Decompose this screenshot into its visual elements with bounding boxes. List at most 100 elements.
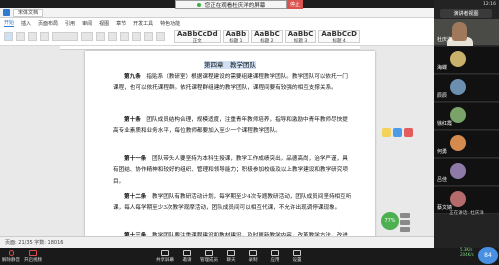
style-option[interactable]: AaBbC 标题 3 bbox=[284, 29, 317, 44]
toolbar-label: 管理成员 bbox=[200, 258, 218, 263]
toolbar-label: 聊天 bbox=[226, 258, 236, 263]
share-button[interactable]: 共享屏幕 bbox=[154, 250, 176, 263]
menu-item[interactable]: 视图 bbox=[99, 20, 109, 27]
speaker-view-button[interactable]: 演讲者视图 bbox=[440, 9, 492, 18]
article-text: 团队成员结构合理，规模适度，注重青年教师培养，指导和激励中青年教师尽快提高专业素… bbox=[113, 117, 348, 135]
menu-item[interactable]: 开始 bbox=[4, 19, 15, 27]
italic-icon[interactable] bbox=[108, 32, 117, 41]
participant-tile[interactable]: 徐红霞 bbox=[434, 103, 499, 130]
style-sample: AaBbC bbox=[254, 29, 280, 38]
menu-item[interactable]: 页面布局 bbox=[38, 20, 58, 27]
sharing-dot-icon bbox=[196, 2, 201, 7]
float-toolbar bbox=[382, 128, 413, 137]
members-button[interactable]: 管理成员 bbox=[198, 250, 220, 263]
toolbar-label: 录制 bbox=[248, 258, 258, 263]
avatar bbox=[450, 79, 466, 95]
menu-item[interactable]: 引用 bbox=[65, 20, 75, 27]
status-bar: 页面: 21/35 字数: 18016 bbox=[0, 236, 434, 248]
article-paragraph: 第十二条 教学团队有教研活动计划，每学期至少4次专题教研活动，团队成员间坚持相互… bbox=[113, 192, 353, 215]
font-size-box[interactable] bbox=[81, 32, 93, 41]
layout-icon[interactable] bbox=[400, 220, 410, 225]
style-name: 标题 1 bbox=[229, 38, 243, 44]
document-tab[interactable]: 宋体文档 bbox=[13, 8, 44, 17]
article-number: 第九条 bbox=[124, 74, 141, 80]
style-name: 标题 3 bbox=[293, 38, 308, 44]
clock: 12:16 bbox=[483, 1, 496, 7]
toolbar-label: 开启视频 bbox=[24, 258, 42, 263]
record-icon bbox=[249, 250, 257, 256]
cam-button[interactable]: 开启视频 bbox=[22, 250, 44, 263]
share-icon bbox=[161, 250, 169, 256]
participant-name: 何勇 bbox=[437, 149, 448, 155]
style-sample: AaBbCcDd bbox=[177, 29, 218, 38]
apps-button[interactable]: 应用 bbox=[264, 250, 286, 263]
style-name: 标题 4 bbox=[332, 38, 346, 44]
participant-tile[interactable]: 何勇 bbox=[434, 131, 499, 158]
style-sample: AaBbC bbox=[287, 29, 314, 38]
menu-item[interactable]: 插入 bbox=[21, 20, 31, 27]
stop-viewing-button[interactable]: 停止 bbox=[287, 0, 303, 9]
chat-button[interactable]: 聊天 bbox=[220, 250, 242, 263]
avatar bbox=[450, 135, 466, 151]
style-option[interactable]: AaBb 标题 1 bbox=[222, 30, 250, 44]
chapter-title: 第四章 教学团队 bbox=[204, 61, 256, 69]
article-text: 团队带头人要坚持为本科生授课，教学工作成绩突出，品德高尚，治学严谨，具有团结、协… bbox=[113, 156, 348, 185]
mic-button[interactable]: 解除静音 bbox=[0, 250, 22, 263]
paste-icon[interactable] bbox=[4, 32, 13, 41]
style-option[interactable]: AaBbCcDd 正文 bbox=[174, 29, 221, 44]
participant-name: 辰辰 bbox=[437, 93, 448, 99]
align-center-icon[interactable] bbox=[144, 32, 153, 41]
style-name: 正文 bbox=[192, 38, 202, 44]
word-window: 宋体文档 开始 插入 页面布局 引用 审阅 视图 章节 开发工具 特色功能 AaBbCcDd 正文… bbox=[0, 8, 434, 248]
article-text: 教学团队有教研活动计划，每学期至少4次专题教研活动，团队成员间坚持相互听课，每人… bbox=[113, 194, 352, 212]
participant-name: 杜庆洋 bbox=[437, 37, 453, 43]
ruler bbox=[60, 46, 360, 50]
align-left-icon[interactable] bbox=[132, 32, 141, 41]
apps-icon bbox=[271, 250, 279, 256]
layout-icon[interactable] bbox=[400, 227, 410, 232]
document-page[interactable]: 第四章 教学团队 第九条 指贴系（教研室）根据课程建设的需要组建课程教学团队。教… bbox=[85, 51, 375, 248]
copy-icon[interactable] bbox=[28, 32, 37, 41]
article-paragraph: 第十一条 团队带头人要坚持为本科生授课，教学工作成绩突出，品德高尚，治学严谨，具… bbox=[113, 154, 353, 188]
network-speed: 5.3K/s 204K/s bbox=[460, 247, 474, 257]
style-option[interactable]: AaBbC 标题 2 bbox=[251, 29, 283, 44]
screen: 宋体文档 开始 插入 页面布局 引用 审阅 视图 章节 开发工具 特色功能 AaBbCcDd 正文… bbox=[0, 0, 499, 265]
style-option[interactable]: AaBbCcD 标题 4 bbox=[318, 29, 360, 44]
bold-icon[interactable] bbox=[96, 32, 105, 41]
underline-icon[interactable] bbox=[120, 32, 129, 41]
style-sample: AaBbCcD bbox=[321, 29, 357, 38]
wps-logo-icon bbox=[3, 9, 10, 16]
menu-item[interactable]: 开发工具 bbox=[133, 20, 153, 27]
pen-tool-icon[interactable] bbox=[393, 128, 402, 137]
record-button[interactable]: 录制 bbox=[242, 250, 264, 263]
highlight-tool-icon[interactable] bbox=[382, 128, 391, 137]
participant-tile[interactable]: 吕佳 bbox=[434, 159, 499, 186]
share-banner: 您正在观看杜庆洋的屏幕 bbox=[175, 0, 287, 9]
article-text: 指贴系（教研室）根据课程建设的需要组建课程教学团队。教学团队可以依托一门课程，也… bbox=[113, 74, 348, 92]
layout-icon[interactable] bbox=[400, 213, 410, 218]
menu-item[interactable]: 审阅 bbox=[82, 20, 92, 27]
font-box[interactable] bbox=[52, 32, 78, 41]
avatar bbox=[450, 163, 466, 179]
format-painter-icon[interactable] bbox=[40, 32, 49, 41]
settings-button[interactable]: 设置 bbox=[286, 250, 308, 263]
menu-item[interactable]: 章节 bbox=[116, 20, 126, 27]
cut-icon[interactable] bbox=[16, 32, 25, 41]
article-paragraph: 第九条 指贴系（教研室）根据课程建设的需要组建课程教学团队。教学团队可以依托一门… bbox=[113, 72, 353, 95]
toolbar-label: 共享屏幕 bbox=[156, 258, 174, 263]
participant-tile[interactable]: 辰辰 bbox=[434, 75, 499, 102]
menu-item[interactable]: 特色功能 bbox=[160, 20, 180, 27]
chat-icon bbox=[227, 250, 235, 256]
participant-name: 海蝶 bbox=[437, 65, 448, 71]
members-icon bbox=[205, 250, 213, 256]
speed-percent-badge[interactable]: 77% bbox=[381, 212, 399, 230]
cam-icon bbox=[29, 250, 37, 256]
invite-button[interactable]: 邀请 bbox=[176, 250, 198, 263]
eraser-tool-icon[interactable] bbox=[404, 128, 413, 137]
article-number: 第十二条 bbox=[124, 194, 147, 200]
network-score-badge[interactable]: 84 bbox=[478, 247, 498, 264]
participant-tile[interactable]: 海蝶 bbox=[434, 47, 499, 74]
style-name: 标题 2 bbox=[260, 38, 274, 44]
participant-tile[interactable]: 杜庆洋 bbox=[434, 19, 499, 46]
line-spacing-icon[interactable] bbox=[156, 32, 165, 41]
